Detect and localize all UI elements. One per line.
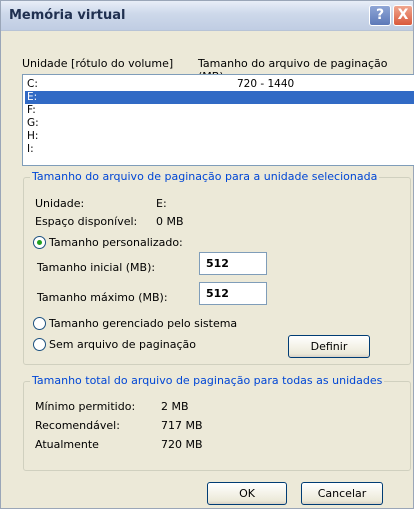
max-size-label: Tamanho máximo (MB): bbox=[37, 291, 168, 304]
drive-letter: E: bbox=[27, 91, 38, 103]
initial-size-label: Tamanho inicial (MB): bbox=[37, 261, 156, 274]
system-managed-radio[interactable] bbox=[33, 317, 46, 330]
drive-letter: C: bbox=[27, 78, 38, 90]
drive-row[interactable]: C: 720 - 1440 bbox=[25, 78, 414, 91]
drive-letter: H: bbox=[27, 130, 39, 142]
recommended-value: 717 MB bbox=[161, 419, 203, 432]
window-title: Memória virtual bbox=[9, 8, 126, 23]
drive-paging-size: 720 - 1440 bbox=[237, 78, 295, 90]
help-icon: ? bbox=[375, 7, 385, 23]
system-managed-label[interactable]: Tamanho gerenciado pelo sistema bbox=[49, 317, 237, 330]
current-label: Atualmente bbox=[35, 438, 99, 451]
drive-letter: F: bbox=[27, 104, 36, 116]
drive-row[interactable]: G: bbox=[25, 117, 414, 130]
recommended-label: Recomendável: bbox=[35, 419, 120, 432]
custom-size-label[interactable]: Tamanho personalizado: bbox=[49, 236, 183, 249]
drive-letter: I: bbox=[27, 143, 34, 155]
ok-button[interactable]: OK bbox=[207, 482, 287, 505]
title-bar[interactable]: Memória virtual ? X bbox=[1, 1, 413, 31]
group-title: Tamanho total do arquivo de paginação pa… bbox=[30, 374, 385, 387]
virtual-memory-dialog: Memória virtual ? X Unidade [rótulo do v… bbox=[0, 0, 414, 509]
group-title: Tamanho do arquivo de paginação para a u… bbox=[30, 170, 380, 183]
drive-value: E: bbox=[156, 197, 167, 210]
close-button[interactable]: X bbox=[393, 5, 413, 26]
drive-letter: G: bbox=[27, 117, 39, 129]
drive-column-header: Unidade [rótulo do volume] bbox=[22, 57, 174, 70]
space-value: 0 MB bbox=[156, 215, 184, 228]
drive-label: Unidade: bbox=[35, 197, 85, 210]
drive-row[interactable]: I: bbox=[25, 143, 414, 156]
no-paging-label[interactable]: Sem arquivo de paginação bbox=[49, 338, 196, 351]
drive-row[interactable]: H: bbox=[25, 130, 414, 143]
drive-row-selected[interactable]: E: bbox=[25, 91, 414, 104]
set-button[interactable]: Definir bbox=[288, 335, 370, 358]
close-icon: X bbox=[397, 7, 409, 23]
max-size-input[interactable]: 512 bbox=[199, 282, 267, 305]
current-value: 720 MB bbox=[161, 438, 203, 451]
drive-list[interactable]: C: 720 - 1440 E: F: G: H: I: bbox=[22, 74, 414, 166]
cancel-button[interactable]: Cancelar bbox=[301, 482, 383, 505]
initial-size-input[interactable]: 512 bbox=[199, 252, 267, 275]
custom-size-radio[interactable] bbox=[33, 236, 46, 249]
no-paging-radio[interactable] bbox=[33, 338, 46, 351]
drive-row[interactable]: F: bbox=[25, 104, 414, 117]
min-allowed-value: 2 MB bbox=[161, 400, 189, 413]
help-button[interactable]: ? bbox=[369, 5, 391, 26]
min-allowed-label: Mínimo permitido: bbox=[35, 400, 136, 413]
space-label: Espaço disponível: bbox=[35, 215, 138, 228]
